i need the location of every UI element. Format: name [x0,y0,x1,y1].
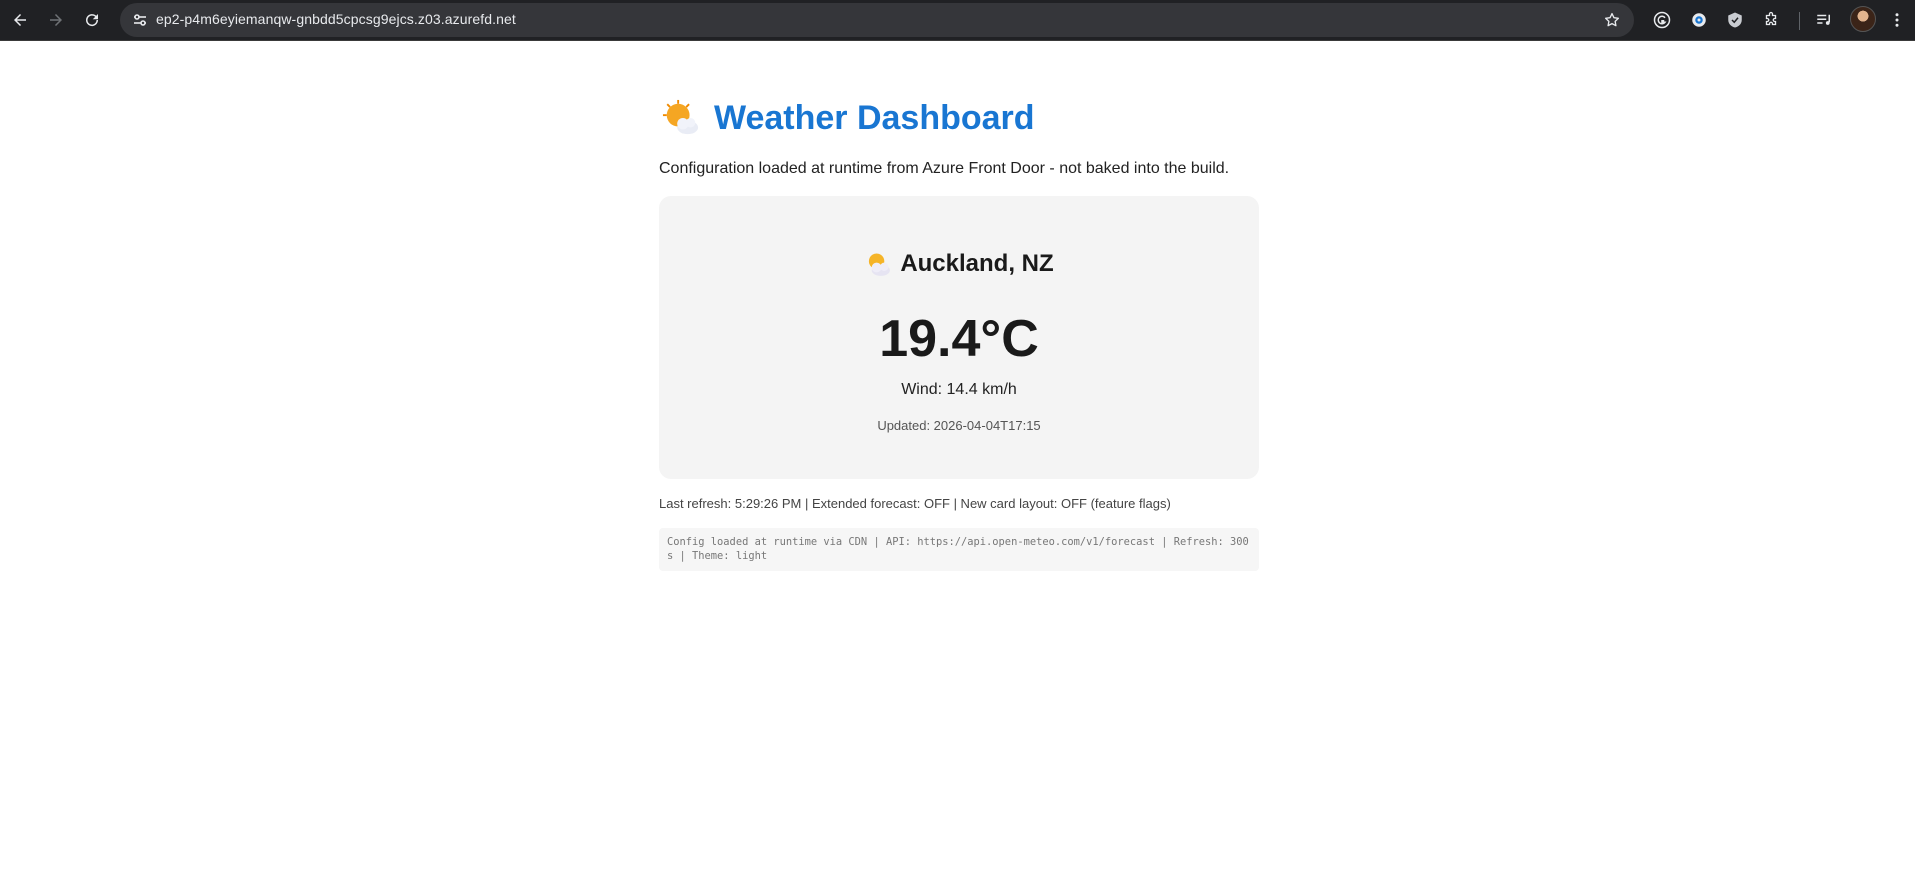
arrow-right-icon [50,14,62,26]
bookmark-star-icon[interactable] [1600,8,1624,32]
city-name: Auckland, NZ [900,250,1054,277]
page-header: Weather Dashboard [662,97,1035,139]
reload-button[interactable] [78,6,106,34]
wind-speed: Wind: 14.4 km/h [901,381,1017,398]
extension-shield-icon[interactable] [1721,6,1749,34]
temperature-value: 19.4°C [879,310,1039,368]
weather-card: Auckland, NZ 19.4°C Wind: 14.4 km/h Upda… [659,196,1259,479]
page-title: Weather Dashboard [714,98,1035,137]
page-subtitle: Configuration loaded at runtime from Azu… [659,160,1230,177]
sun-behind-cloud-icon [869,253,891,276]
site-settings-icon[interactable] [128,8,152,32]
arrow-left-icon [14,14,26,26]
grammarly-icon[interactable] [1648,6,1676,34]
address-bar[interactable]: ep2-p4m6eyiemanqw-gnbdd5cpcsg9ejcs.z03.a… [120,3,1634,37]
sun-behind-cloud-icon [662,99,699,135]
city-header: Auckland, NZ [659,248,1259,280]
forward-button[interactable] [42,6,70,34]
toolbar-divider [1799,12,1800,30]
media-controls-icon[interactable] [1810,6,1838,34]
browser-toolbar: ep2-p4m6eyiemanqw-gnbdd5cpcsg9ejcs.z03.a… [0,0,1915,41]
config-info-box: Config loaded at runtime via CDN | API: … [659,528,1259,571]
profile-avatar[interactable] [1850,6,1876,32]
reload-icon [86,14,99,27]
extensions-puzzle-icon[interactable] [1757,6,1785,34]
password-manager-icon[interactable] [1685,6,1713,34]
more-menu-icon[interactable] [1883,6,1911,34]
back-button[interactable] [6,6,34,34]
refresh-status-line: Last refresh: 5:29:26 PM | Extended fore… [659,496,1171,511]
url-text[interactable]: ep2-p4m6eyiemanqw-gnbdd5cpcsg9ejcs.z03.a… [156,11,516,27]
updated-timestamp: Updated: 2026-04-04T17:15 [877,418,1041,433]
